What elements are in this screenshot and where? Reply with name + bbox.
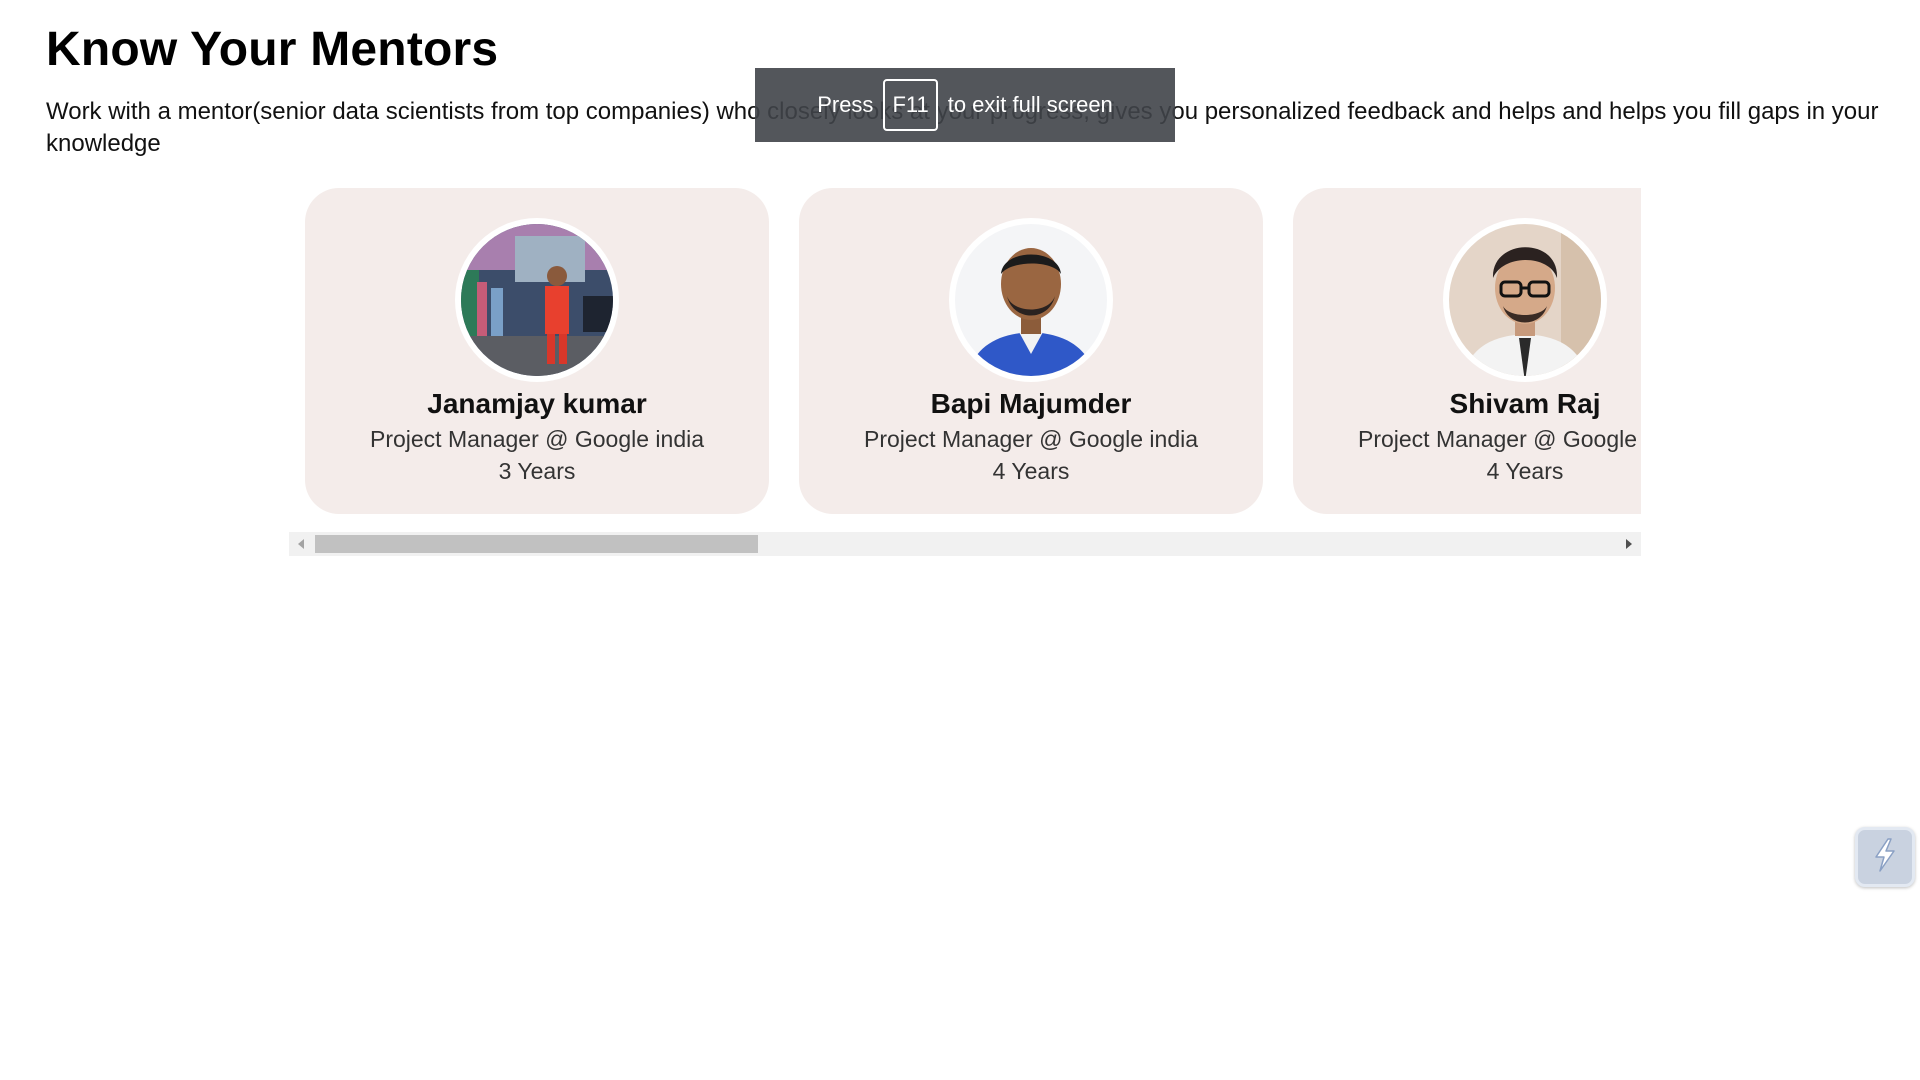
- mentor-name: Janamjay kumar: [427, 388, 647, 419]
- toast-text-after: to exit full screen: [947, 92, 1113, 117]
- mentor-role: Project Manager @ Google india: [863, 426, 1199, 452]
- mentor-role: Project Manager @ Google india: [1357, 426, 1641, 452]
- horizontal-scrollbar[interactable]: [289, 532, 1641, 556]
- mentor-experience: 3 Years: [498, 458, 576, 484]
- mentor-card-track: Janamjay kumar Project Manager @ Google …: [305, 188, 1641, 514]
- floating-widget-button[interactable]: [1855, 827, 1915, 887]
- mentor-carousel: Janamjay kumar Project Manager @ Google …: [289, 188, 1641, 558]
- mentor-card[interactable]: Shivam Raj Project Manager @ Google indi…: [1293, 188, 1641, 514]
- f11-key-badge: F11: [883, 79, 938, 131]
- mentor-role: Project Manager @ Google india: [369, 426, 705, 452]
- mentor-avatar: [455, 218, 619, 382]
- mentor-avatar: [1443, 218, 1607, 382]
- carousel-viewport[interactable]: Janamjay kumar Project Manager @ Google …: [289, 188, 1641, 532]
- mentor-card[interactable]: Janamjay kumar Project Manager @ Google …: [305, 188, 769, 514]
- mentor-name: Bapi Majumder: [930, 388, 1132, 419]
- scrollbar-thumb[interactable]: [315, 535, 758, 553]
- mentor-experience: 4 Years: [992, 458, 1070, 484]
- lightning-bolt-icon: [1870, 837, 1900, 877]
- mentor-experience: 4 Years: [1486, 458, 1564, 484]
- mentor-name: Shivam Raj: [1449, 388, 1601, 419]
- triangle-right-icon[interactable]: [1617, 532, 1641, 556]
- mentor-avatar: [949, 218, 1113, 382]
- triangle-left-icon[interactable]: [289, 532, 313, 556]
- toast-text-before: Press: [817, 92, 874, 117]
- page-title: Know Your Mentors: [46, 23, 499, 76]
- mentor-card[interactable]: Bapi Majumder Project Manager @ Google i…: [799, 188, 1263, 514]
- fullscreen-exit-notice: Press F11 to exit full screen: [755, 68, 1175, 142]
